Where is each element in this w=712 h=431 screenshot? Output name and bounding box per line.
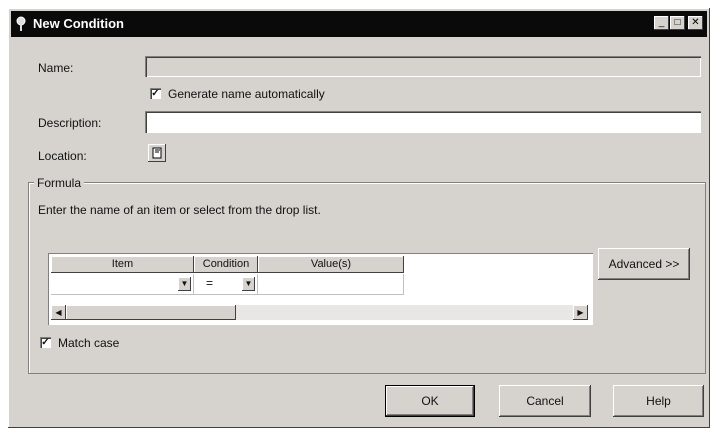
ok-button[interactable]: OK [385, 385, 475, 417]
values-cell[interactable] [258, 274, 404, 295]
condition-dropdown-arrow[interactable]: ▼ [242, 277, 255, 291]
match-case-label[interactable]: Match case [58, 336, 119, 350]
generate-name-checkbox[interactable]: ✓ [150, 88, 161, 99]
new-condition-dialog: New Condition _ □ ✕ Name: ✓ Generate nam… [8, 8, 710, 428]
generate-name-label[interactable]: Generate name automatically [168, 87, 325, 101]
condition-value: = [206, 276, 214, 290]
match-case-checkbox[interactable]: ✓ [40, 337, 51, 348]
location-label: Location: [38, 149, 87, 163]
scroll-thumb[interactable] [66, 305, 236, 320]
window-title: New Condition [33, 16, 124, 31]
column-header-item[interactable]: Item [51, 256, 194, 273]
maximize-button[interactable]: □ [670, 16, 685, 30]
description-label: Description: [38, 116, 102, 130]
location-icon [152, 147, 162, 159]
close-button[interactable]: ✕ [688, 16, 703, 30]
scroll-right-icon[interactable]: ▶ [573, 305, 588, 320]
column-header-values[interactable]: Value(s) [258, 256, 404, 273]
formula-grid: Item Condition Value(s) ▼ = ▼ ◀ ▶ [48, 253, 593, 325]
name-field[interactable] [145, 56, 701, 77]
help-button[interactable]: Help [613, 385, 704, 417]
name-label: Name: [38, 61, 74, 75]
scroll-left-icon[interactable]: ◀ [51, 305, 66, 320]
horizontal-scrollbar[interactable]: ◀ ▶ [51, 305, 588, 320]
condition-cell[interactable]: = ▼ [194, 274, 258, 295]
item-cell[interactable]: ▼ [51, 274, 194, 295]
formula-group-label: Formula [34, 176, 85, 190]
item-dropdown-arrow[interactable]: ▼ [178, 277, 191, 291]
advanced-button[interactable]: Advanced >> [598, 248, 690, 280]
column-header-condition[interactable]: Condition [194, 256, 258, 273]
location-button[interactable] [148, 144, 166, 162]
cancel-button[interactable]: Cancel [499, 385, 591, 417]
description-field[interactable] [145, 111, 701, 133]
minimize-button[interactable]: _ [654, 16, 669, 30]
formula-hint: Enter the name of an item or select from… [38, 203, 321, 217]
title-bar[interactable]: New Condition _ □ ✕ [11, 11, 707, 37]
pin-icon [16, 16, 26, 31]
